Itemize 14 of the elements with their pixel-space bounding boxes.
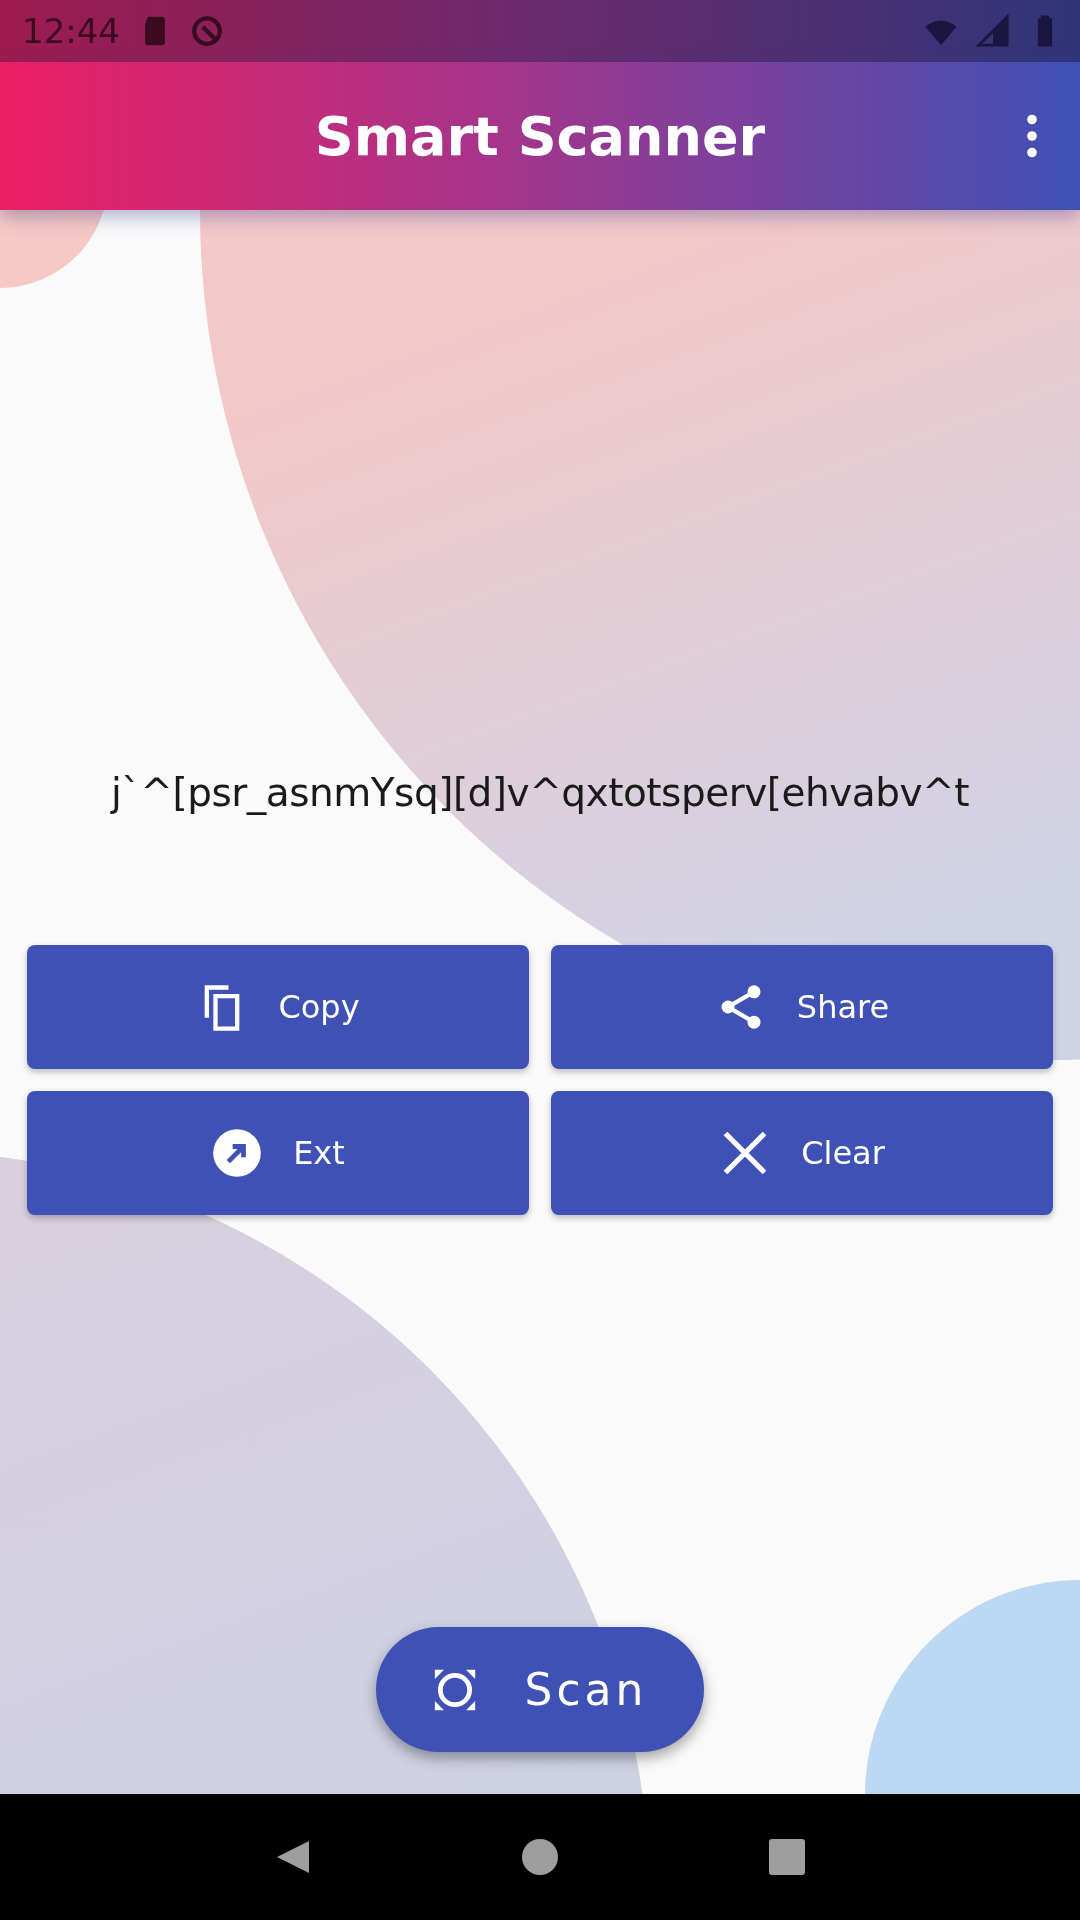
action-button[interactable]: Ext (27, 1091, 529, 1215)
scan-button[interactable]: Scan (376, 1627, 704, 1752)
action-button[interactable]: Copy (27, 945, 529, 1069)
action-button[interactable]: Clear (551, 1091, 1053, 1215)
app-title: Smart Scanner (314, 104, 766, 168)
arrow-circle-icon (211, 1127, 264, 1179)
recents-icon[interactable] (766, 1837, 807, 1877)
home-icon[interactable] (520, 1837, 560, 1877)
status-time: 12:44 (22, 11, 120, 51)
signal-icon (976, 14, 1010, 48)
action-button[interactable]: Share (551, 945, 1053, 1069)
scan-icon (432, 1667, 477, 1712)
overflow-menu-icon[interactable] (1026, 114, 1038, 158)
scanned-text: j`^[psr_asnmYsq][d]v^qxtotsperv[ehvabv^t (109, 770, 970, 815)
